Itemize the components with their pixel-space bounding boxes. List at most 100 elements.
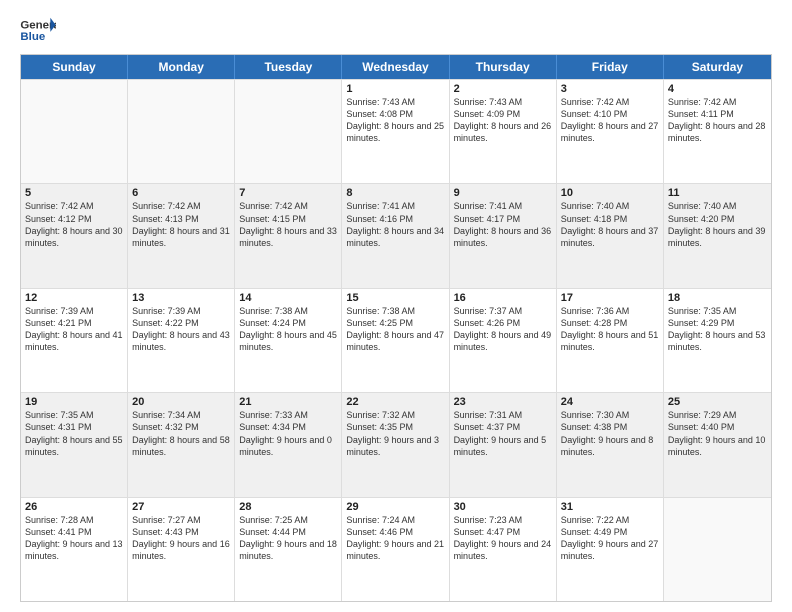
day-number: 25	[668, 396, 767, 408]
calendar-day-header: Tuesday	[235, 55, 342, 79]
day-info: Sunrise: 7:40 AM Sunset: 4:18 PM Dayligh…	[561, 200, 659, 249]
calendar-day-cell: 29Sunrise: 7:24 AM Sunset: 4:46 PM Dayli…	[342, 498, 449, 601]
day-number: 29	[346, 501, 444, 513]
day-number: 15	[346, 292, 444, 304]
day-number: 1	[346, 83, 444, 95]
day-info: Sunrise: 7:28 AM Sunset: 4:41 PM Dayligh…	[25, 514, 123, 563]
calendar-day-cell: 17Sunrise: 7:36 AM Sunset: 4:28 PM Dayli…	[557, 289, 664, 392]
calendar-day-cell	[664, 498, 771, 601]
day-number: 24	[561, 396, 659, 408]
calendar-day-cell: 2Sunrise: 7:43 AM Sunset: 4:09 PM Daylig…	[450, 80, 557, 183]
calendar-day-cell: 20Sunrise: 7:34 AM Sunset: 4:32 PM Dayli…	[128, 393, 235, 496]
page: General Blue SundayMondayTuesdayWednesda…	[0, 0, 792, 612]
calendar-day-cell: 10Sunrise: 7:40 AM Sunset: 4:18 PM Dayli…	[557, 184, 664, 287]
svg-text:Blue: Blue	[20, 31, 45, 43]
day-number: 5	[25, 187, 123, 199]
day-info: Sunrise: 7:27 AM Sunset: 4:43 PM Dayligh…	[132, 514, 230, 563]
day-info: Sunrise: 7:38 AM Sunset: 4:24 PM Dayligh…	[239, 305, 337, 354]
day-info: Sunrise: 7:42 AM Sunset: 4:12 PM Dayligh…	[25, 200, 123, 249]
day-number: 23	[454, 396, 552, 408]
calendar-day-cell: 31Sunrise: 7:22 AM Sunset: 4:49 PM Dayli…	[557, 498, 664, 601]
day-info: Sunrise: 7:40 AM Sunset: 4:20 PM Dayligh…	[668, 200, 767, 249]
day-info: Sunrise: 7:23 AM Sunset: 4:47 PM Dayligh…	[454, 514, 552, 563]
day-number: 4	[668, 83, 767, 95]
day-info: Sunrise: 7:25 AM Sunset: 4:44 PM Dayligh…	[239, 514, 337, 563]
day-number: 19	[25, 396, 123, 408]
calendar-day-cell: 27Sunrise: 7:27 AM Sunset: 4:43 PM Dayli…	[128, 498, 235, 601]
logo: General Blue	[20, 16, 56, 46]
day-info: Sunrise: 7:39 AM Sunset: 4:22 PM Dayligh…	[132, 305, 230, 354]
day-info: Sunrise: 7:35 AM Sunset: 4:29 PM Dayligh…	[668, 305, 767, 354]
calendar-body: 1Sunrise: 7:43 AM Sunset: 4:08 PM Daylig…	[21, 79, 771, 601]
day-info: Sunrise: 7:43 AM Sunset: 4:09 PM Dayligh…	[454, 96, 552, 145]
day-number: 14	[239, 292, 337, 304]
calendar-day-cell: 12Sunrise: 7:39 AM Sunset: 4:21 PM Dayli…	[21, 289, 128, 392]
day-info: Sunrise: 7:36 AM Sunset: 4:28 PM Dayligh…	[561, 305, 659, 354]
calendar-header: SundayMondayTuesdayWednesdayThursdayFrid…	[21, 55, 771, 79]
calendar-day-cell	[235, 80, 342, 183]
day-info: Sunrise: 7:32 AM Sunset: 4:35 PM Dayligh…	[346, 409, 444, 458]
day-info: Sunrise: 7:30 AM Sunset: 4:38 PM Dayligh…	[561, 409, 659, 458]
day-number: 8	[346, 187, 444, 199]
day-number: 10	[561, 187, 659, 199]
calendar-day-header: Monday	[128, 55, 235, 79]
day-info: Sunrise: 7:42 AM Sunset: 4:11 PM Dayligh…	[668, 96, 767, 145]
day-info: Sunrise: 7:41 AM Sunset: 4:16 PM Dayligh…	[346, 200, 444, 249]
calendar-day-cell: 16Sunrise: 7:37 AM Sunset: 4:26 PM Dayli…	[450, 289, 557, 392]
calendar-day-cell: 9Sunrise: 7:41 AM Sunset: 4:17 PM Daylig…	[450, 184, 557, 287]
calendar-day-cell: 8Sunrise: 7:41 AM Sunset: 4:16 PM Daylig…	[342, 184, 449, 287]
day-number: 31	[561, 501, 659, 513]
day-number: 6	[132, 187, 230, 199]
calendar-day-cell: 5Sunrise: 7:42 AM Sunset: 4:12 PM Daylig…	[21, 184, 128, 287]
day-number: 16	[454, 292, 552, 304]
calendar-day-cell: 7Sunrise: 7:42 AM Sunset: 4:15 PM Daylig…	[235, 184, 342, 287]
day-info: Sunrise: 7:38 AM Sunset: 4:25 PM Dayligh…	[346, 305, 444, 354]
day-number: 17	[561, 292, 659, 304]
calendar-day-header: Wednesday	[342, 55, 449, 79]
day-info: Sunrise: 7:42 AM Sunset: 4:10 PM Dayligh…	[561, 96, 659, 145]
day-info: Sunrise: 7:31 AM Sunset: 4:37 PM Dayligh…	[454, 409, 552, 458]
calendar-day-header: Sunday	[21, 55, 128, 79]
calendar-day-cell: 1Sunrise: 7:43 AM Sunset: 4:08 PM Daylig…	[342, 80, 449, 183]
day-number: 28	[239, 501, 337, 513]
day-number: 27	[132, 501, 230, 513]
calendar-day-cell: 25Sunrise: 7:29 AM Sunset: 4:40 PM Dayli…	[664, 393, 771, 496]
calendar-week-row: 19Sunrise: 7:35 AM Sunset: 4:31 PM Dayli…	[21, 392, 771, 496]
day-info: Sunrise: 7:24 AM Sunset: 4:46 PM Dayligh…	[346, 514, 444, 563]
day-number: 7	[239, 187, 337, 199]
day-number: 13	[132, 292, 230, 304]
day-info: Sunrise: 7:42 AM Sunset: 4:13 PM Dayligh…	[132, 200, 230, 249]
calendar-day-cell: 6Sunrise: 7:42 AM Sunset: 4:13 PM Daylig…	[128, 184, 235, 287]
day-info: Sunrise: 7:22 AM Sunset: 4:49 PM Dayligh…	[561, 514, 659, 563]
header: General Blue	[20, 16, 772, 46]
day-number: 30	[454, 501, 552, 513]
calendar-day-cell: 13Sunrise: 7:39 AM Sunset: 4:22 PM Dayli…	[128, 289, 235, 392]
calendar-day-cell: 24Sunrise: 7:30 AM Sunset: 4:38 PM Dayli…	[557, 393, 664, 496]
day-number: 21	[239, 396, 337, 408]
calendar-day-cell: 23Sunrise: 7:31 AM Sunset: 4:37 PM Dayli…	[450, 393, 557, 496]
day-number: 11	[668, 187, 767, 199]
calendar-day-cell: 26Sunrise: 7:28 AM Sunset: 4:41 PM Dayli…	[21, 498, 128, 601]
calendar-day-header: Thursday	[450, 55, 557, 79]
calendar-week-row: 12Sunrise: 7:39 AM Sunset: 4:21 PM Dayli…	[21, 288, 771, 392]
day-number: 20	[132, 396, 230, 408]
calendar-day-cell	[128, 80, 235, 183]
calendar-day-cell: 21Sunrise: 7:33 AM Sunset: 4:34 PM Dayli…	[235, 393, 342, 496]
day-info: Sunrise: 7:33 AM Sunset: 4:34 PM Dayligh…	[239, 409, 337, 458]
day-info: Sunrise: 7:37 AM Sunset: 4:26 PM Dayligh…	[454, 305, 552, 354]
day-info: Sunrise: 7:39 AM Sunset: 4:21 PM Dayligh…	[25, 305, 123, 354]
calendar-day-cell: 14Sunrise: 7:38 AM Sunset: 4:24 PM Dayli…	[235, 289, 342, 392]
calendar-day-cell: 3Sunrise: 7:42 AM Sunset: 4:10 PM Daylig…	[557, 80, 664, 183]
day-info: Sunrise: 7:34 AM Sunset: 4:32 PM Dayligh…	[132, 409, 230, 458]
day-number: 18	[668, 292, 767, 304]
day-number: 2	[454, 83, 552, 95]
logo-icon: General Blue	[20, 16, 56, 46]
calendar-day-cell: 22Sunrise: 7:32 AM Sunset: 4:35 PM Dayli…	[342, 393, 449, 496]
calendar-day-cell: 4Sunrise: 7:42 AM Sunset: 4:11 PM Daylig…	[664, 80, 771, 183]
calendar-day-cell: 11Sunrise: 7:40 AM Sunset: 4:20 PM Dayli…	[664, 184, 771, 287]
calendar-week-row: 1Sunrise: 7:43 AM Sunset: 4:08 PM Daylig…	[21, 79, 771, 183]
calendar-day-cell: 30Sunrise: 7:23 AM Sunset: 4:47 PM Dayli…	[450, 498, 557, 601]
day-number: 9	[454, 187, 552, 199]
calendar-day-cell: 19Sunrise: 7:35 AM Sunset: 4:31 PM Dayli…	[21, 393, 128, 496]
calendar-week-row: 26Sunrise: 7:28 AM Sunset: 4:41 PM Dayli…	[21, 497, 771, 601]
